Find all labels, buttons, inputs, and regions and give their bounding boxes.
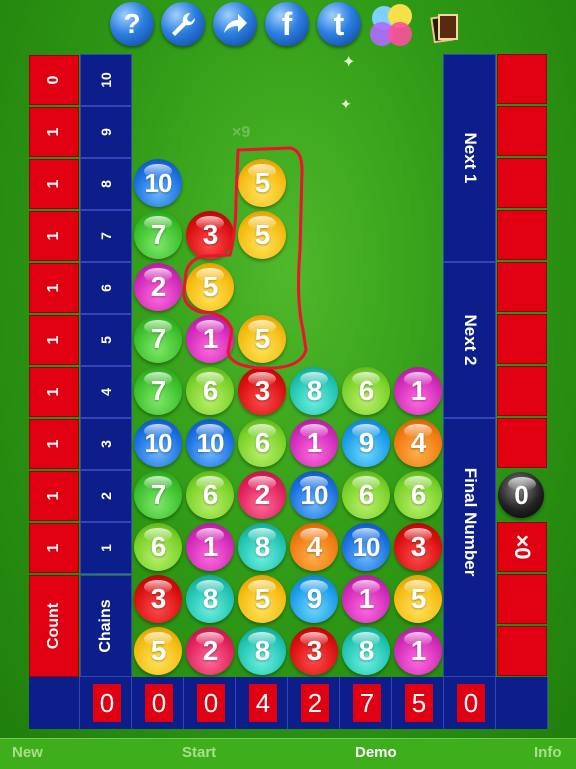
right-red-cell: [497, 262, 547, 312]
right-red-cell: [497, 418, 547, 468]
right-red-cell: [497, 158, 547, 208]
score-digit: 0: [93, 684, 121, 722]
score-digit: 0: [145, 684, 173, 722]
score-digit: 2: [301, 684, 329, 722]
next1-panel: Next 1: [443, 54, 496, 262]
right-red-cell: [497, 210, 547, 260]
final-number-label: Final Number: [460, 467, 480, 577]
right-red-cell: [497, 366, 547, 416]
final-ball-value: 0: [514, 479, 529, 510]
new-button[interactable]: New: [12, 744, 43, 761]
bottom-menu: New Start Demo Info: [0, 738, 576, 769]
score-digit: 7: [353, 684, 381, 722]
multiplier-label: ×0: [510, 534, 535, 560]
score-digit: 0: [457, 684, 485, 722]
final-number-panel: Final Number: [443, 418, 496, 677]
score-slot: [497, 677, 548, 729]
score-slot: [29, 677, 80, 729]
right-red-cell: [497, 574, 547, 624]
score-digit: 4: [249, 684, 277, 722]
next1-label: Next 1: [460, 132, 480, 184]
right-red-cell: [497, 106, 547, 156]
score-digit: 0: [197, 684, 225, 722]
right-red-cell: [497, 54, 547, 104]
demo-button[interactable]: Demo: [355, 744, 397, 761]
info-button[interactable]: Info: [534, 744, 562, 761]
score-digit: 5: [405, 684, 433, 722]
next2-panel: Next 2: [443, 262, 496, 418]
right-red-cell: [497, 626, 547, 676]
next2-label: Next 2: [460, 314, 480, 366]
final-number-ball: 0: [498, 472, 544, 518]
multiplier-cell: ×0: [497, 522, 547, 572]
right-red-cell: [497, 314, 547, 364]
start-button[interactable]: Start: [182, 744, 216, 761]
